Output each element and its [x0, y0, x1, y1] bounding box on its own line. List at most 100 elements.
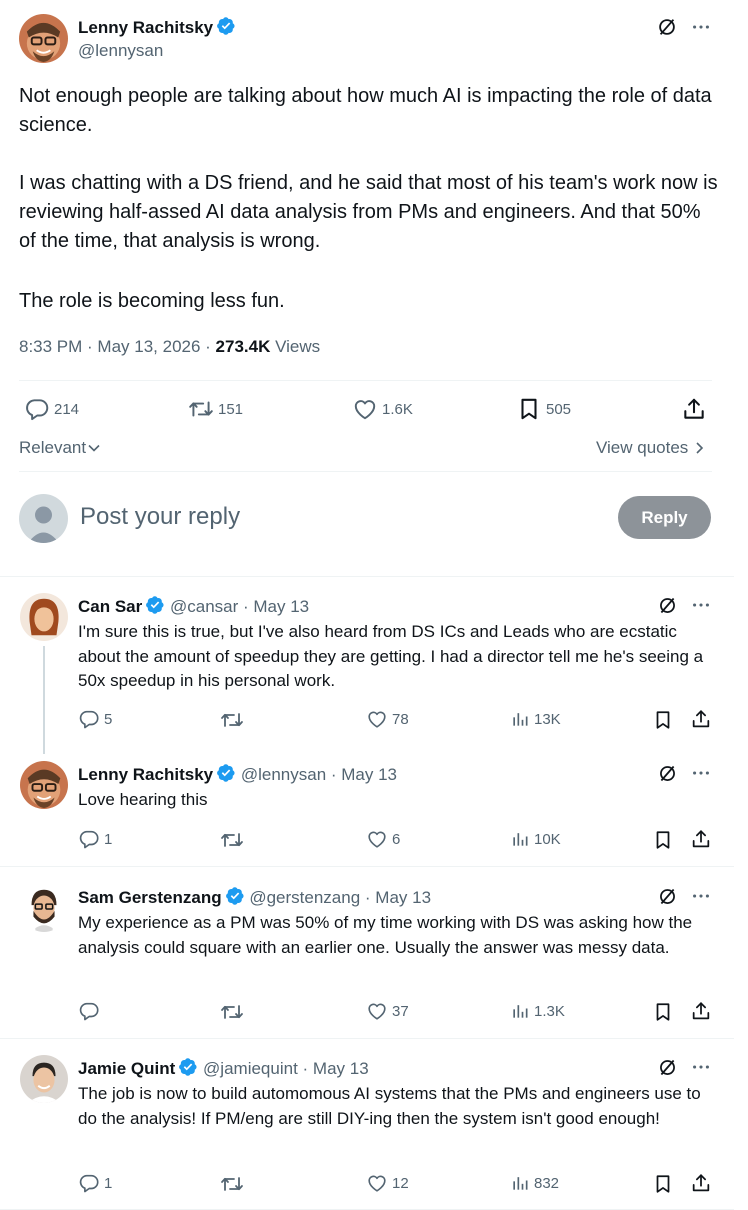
- like-count: 12: [392, 1174, 409, 1192]
- post-text-paragraph-1: Not enough people are talking about how …: [19, 85, 712, 136]
- divider: [19, 471, 712, 472]
- share-icon[interactable]: [690, 1000, 712, 1022]
- share-icon[interactable]: [690, 828, 712, 850]
- like-icon: [352, 396, 378, 422]
- reply-repost-button[interactable]: [220, 1172, 248, 1196]
- grok-icon[interactable]: [657, 595, 678, 616]
- bookmark-icon[interactable]: [652, 829, 674, 851]
- post-metadata: 8:33 PM · May 13, 2026 · 273.4K Views: [19, 337, 320, 357]
- post-author-name[interactable]: Lenny Rachitsky: [78, 18, 213, 37]
- reply-author-name[interactable]: Jamie Quint: [78, 1059, 175, 1078]
- reply-date[interactable]: · May 13: [238, 597, 309, 616]
- reply-author-handle[interactable]: @lennysan: [241, 765, 326, 784]
- reply-author-name[interactable]: Sam Gerstenzang: [78, 888, 222, 907]
- post-text-paragraph-2: I was chatting with a DS friend, and he …: [19, 172, 718, 252]
- views-icon: [510, 708, 530, 730]
- grok-icon[interactable]: [657, 763, 678, 784]
- repost-icon: [220, 1172, 244, 1196]
- reply-reply-button[interactable]: [78, 1000, 104, 1022]
- post-bookmark-button[interactable]: 505: [516, 396, 571, 422]
- chevron-down-icon: [88, 444, 100, 452]
- reply-date[interactable]: · May 13: [326, 765, 397, 784]
- reply-like-button[interactable]: 78: [366, 708, 409, 730]
- reply-views-button[interactable]: 10K: [510, 828, 561, 850]
- reply-reply-button[interactable]: 1: [78, 828, 112, 850]
- views-icon: [510, 1000, 530, 1022]
- reply-sort-dropdown[interactable]: Relevant: [19, 438, 101, 458]
- share-icon[interactable]: [690, 1172, 712, 1194]
- views-icon: [510, 1172, 530, 1194]
- more-options-icon[interactable]: [690, 1056, 712, 1078]
- reply-repost-button[interactable]: [220, 708, 248, 732]
- post-author-handle[interactable]: @lennysan: [78, 41, 163, 61]
- bookmark-icon[interactable]: [652, 1001, 674, 1023]
- post-share-button[interactable]: [681, 396, 707, 422]
- reply-count: 1: [104, 1174, 113, 1192]
- reply-date[interactable]: · May 13: [360, 888, 431, 907]
- avatar[interactable]: [20, 761, 68, 809]
- post-repost-button[interactable]: 151: [188, 396, 243, 422]
- reply-reply-button[interactable]: 5: [78, 708, 112, 730]
- more-options-icon[interactable]: [690, 594, 712, 616]
- reply-views-button[interactable]: 1.3K: [510, 1000, 565, 1022]
- views-icon: [510, 828, 530, 850]
- reply-author-name[interactable]: Can Sar: [78, 597, 142, 616]
- reply-author-handle[interactable]: @gerstenzang: [249, 888, 360, 907]
- grok-icon[interactable]: [657, 886, 678, 907]
- more-options-icon[interactable]: [690, 885, 712, 907]
- reply-author-handle[interactable]: @cansar: [170, 597, 238, 616]
- view-quotes-label: View quotes: [596, 438, 689, 457]
- reply-like-button[interactable]: 12: [366, 1172, 409, 1194]
- reply-button[interactable]: Reply: [618, 496, 711, 539]
- post-author-avatar[interactable]: [19, 14, 68, 63]
- reply-like-button[interactable]: 6: [366, 828, 400, 850]
- bookmark-icon[interactable]: [652, 709, 674, 731]
- reply-icon: [78, 828, 100, 850]
- share-icon: [681, 396, 707, 422]
- more-options-icon[interactable]: [690, 762, 712, 784]
- post-views-count: 273.4K: [215, 337, 271, 356]
- reply-author-handle[interactable]: @jamiequint: [203, 1059, 298, 1078]
- more-options-icon[interactable]: [690, 16, 712, 38]
- view-quotes-link[interactable]: View quotes: [596, 438, 706, 458]
- avatar[interactable]: [20, 1055, 68, 1103]
- repost-icon: [220, 708, 244, 732]
- like-count: 6: [392, 830, 401, 848]
- reply-reply-button[interactable]: 1: [78, 1172, 112, 1194]
- reply-like-button[interactable]: 37: [366, 1000, 409, 1022]
- reply-header: Sam Gerstenzang @gerstenzang · May 13: [78, 886, 431, 908]
- post-author-name-row: Lenny Rachitsky: [78, 16, 236, 38]
- post-reply-button[interactable]: 214: [24, 396, 79, 422]
- reply-repost-button[interactable]: [220, 1000, 248, 1024]
- grok-icon[interactable]: [656, 16, 678, 38]
- post-reply-count: 214: [54, 400, 80, 418]
- post-timestamp[interactable]: 8:33 PM · May 13, 2026 ·: [19, 337, 216, 356]
- post-views-label: Views: [270, 337, 321, 356]
- reply-header: Lenny Rachitsky @lennysan · May 13: [78, 763, 397, 785]
- like-icon: [366, 1172, 388, 1194]
- reply-date[interactable]: · May 13: [298, 1059, 369, 1078]
- like-count: 37: [392, 1002, 409, 1020]
- avatar[interactable]: [20, 593, 68, 641]
- views-count: 1.3K: [534, 1002, 565, 1020]
- like-icon: [366, 1000, 388, 1022]
- verified-badge-icon: [225, 886, 245, 906]
- reply-icon: [78, 1000, 100, 1022]
- reply-input[interactable]: Post your reply: [80, 503, 240, 531]
- reply-views-button[interactable]: 13K: [510, 708, 561, 730]
- grok-icon[interactable]: [657, 1057, 678, 1078]
- reply-icon: [24, 396, 50, 422]
- bookmark-icon[interactable]: [652, 1173, 674, 1195]
- reply-icon: [78, 1172, 100, 1194]
- verified-badge-icon: [178, 1057, 198, 1077]
- like-icon: [366, 708, 388, 730]
- reply-author-name[interactable]: Lenny Rachitsky: [78, 765, 213, 784]
- post-text-paragraph-3: The role is becoming less fun.: [19, 290, 285, 312]
- reply-repost-button[interactable]: [220, 828, 248, 852]
- reply-views-button[interactable]: 832: [510, 1172, 559, 1194]
- share-icon[interactable]: [690, 708, 712, 730]
- post-like-button[interactable]: 1.6K: [352, 396, 413, 422]
- avatar[interactable]: [20, 884, 68, 932]
- divider: [0, 1038, 734, 1039]
- repost-icon: [188, 396, 214, 422]
